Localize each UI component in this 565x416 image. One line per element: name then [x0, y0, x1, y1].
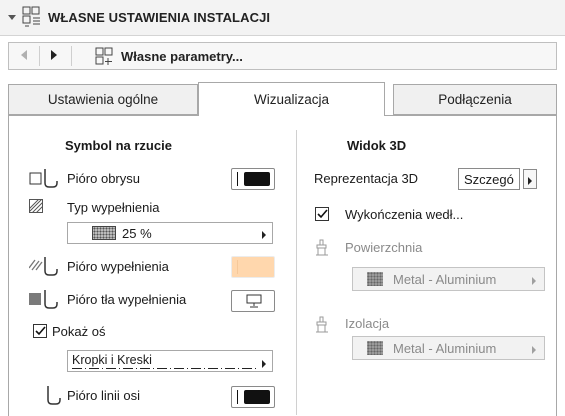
triangle-right-icon: [49, 49, 59, 64]
next-button[interactable]: [43, 43, 65, 69]
3d-representation-select[interactable]: Szczegó: [458, 168, 520, 190]
outline-pen-icon: [29, 168, 59, 191]
line-pattern-preview: [72, 368, 256, 369]
tab-label: Podłączenia: [438, 92, 512, 107]
fill-pen-picker[interactable]: [231, 256, 275, 278]
fill-background-pen-icon: [29, 289, 59, 312]
triangle-right-icon: [531, 274, 537, 289]
visualization-panel: Symbol na rzucie Pióro obrysu Typ wypełn…: [8, 115, 557, 416]
hatch-icon: [28, 198, 44, 216]
axis-pen-icon: [47, 385, 61, 408]
3d-representation-value: Szczegó: [464, 172, 514, 187]
fill-type-select[interactable]: 25 %: [67, 222, 273, 244]
tab-general-settings[interactable]: Ustawienia ogólne: [8, 84, 198, 115]
nav-divider: [71, 46, 72, 66]
show-axis-checkbox[interactable]: [33, 324, 47, 338]
section-title: WŁASNE USTAWIENIA INSTALACJI: [48, 10, 271, 25]
show-axis-label: Pokaż oś: [52, 324, 106, 339]
3d-view-heading: Widok 3D: [347, 138, 407, 153]
pen-color-swatch: [244, 172, 270, 186]
axis-line-type-value: Kropki i Kreski: [72, 353, 152, 367]
fill-background-pen-picker[interactable]: [231, 290, 275, 312]
outline-pen-picker[interactable]: [231, 168, 275, 190]
material-swatch: [367, 272, 383, 286]
surface-material-select[interactable]: Metal - Aluminium: [352, 267, 545, 291]
triangle-right-icon: [261, 228, 267, 243]
surface-material-value: Metal - Aluminium: [393, 272, 497, 287]
floor-plan-symbol-heading: Symbol na rzucie: [65, 138, 172, 153]
axis-pen-picker[interactable]: [231, 386, 275, 408]
nav-divider: [39, 46, 40, 66]
previous-button[interactable]: [13, 43, 35, 69]
fill-pen-icon: [28, 256, 59, 279]
surface-paint-icon: [315, 239, 329, 260]
pen-separator: [237, 390, 238, 404]
material-swatch: [367, 341, 383, 355]
fill-background-pen-label: Pióro tła wypełnienia: [67, 292, 187, 307]
pen-separator: [237, 260, 238, 274]
surface-label: Powierzchnia: [345, 240, 423, 255]
params-navbar: Własne parametry...: [8, 42, 557, 70]
insulation-label: Izolacja: [345, 316, 390, 331]
tab-connections[interactable]: Podłączenia: [393, 84, 557, 115]
tab-visualization[interactable]: Wizualizacja: [198, 82, 385, 116]
pen-color-swatch: [244, 390, 270, 404]
section-header[interactable]: WŁASNE USTAWIENIA INSTALACJI: [0, 0, 565, 36]
finishes-checkbox[interactable]: [315, 207, 329, 221]
pen-separator: [237, 172, 238, 186]
fill-pattern-swatch: [92, 226, 116, 240]
column-divider: [296, 130, 297, 415]
insulation-paint-icon: [315, 316, 329, 337]
params-grid-icon: [95, 47, 115, 70]
triangle-left-icon: [19, 49, 29, 64]
insulation-material-value: Metal - Aluminium: [393, 341, 497, 356]
tab-label: Ustawienia ogólne: [47, 92, 159, 107]
chevron-down-icon[interactable]: [6, 11, 18, 26]
settings-grid-icon: [22, 6, 42, 31]
3d-representation-label: Reprezentacja 3D: [314, 171, 419, 186]
params-title[interactable]: Własne parametry...: [121, 49, 243, 64]
monitor-icon: [246, 294, 262, 311]
fill-type-value: 25 %: [122, 226, 152, 241]
axis-line-type-select[interactable]: Kropki i Kreski: [67, 350, 273, 372]
insulation-material-select[interactable]: Metal - Aluminium: [352, 336, 545, 360]
fill-pen-label: Pióro wypełnienia: [67, 259, 169, 274]
triangle-right-icon: [527, 174, 533, 189]
axis-pen-label: Pióro linii osi: [67, 388, 140, 403]
triangle-right-icon: [531, 343, 537, 358]
outline-pen-label: Pióro obrysu: [67, 171, 140, 186]
tab-label: Wizualizacja: [253, 92, 330, 107]
finishes-label: Wykończenia wedł...: [345, 207, 464, 222]
3d-representation-arrow-button[interactable]: [523, 169, 537, 189]
triangle-right-icon: [261, 357, 267, 372]
fill-type-label: Typ wypełnienia: [67, 200, 160, 215]
